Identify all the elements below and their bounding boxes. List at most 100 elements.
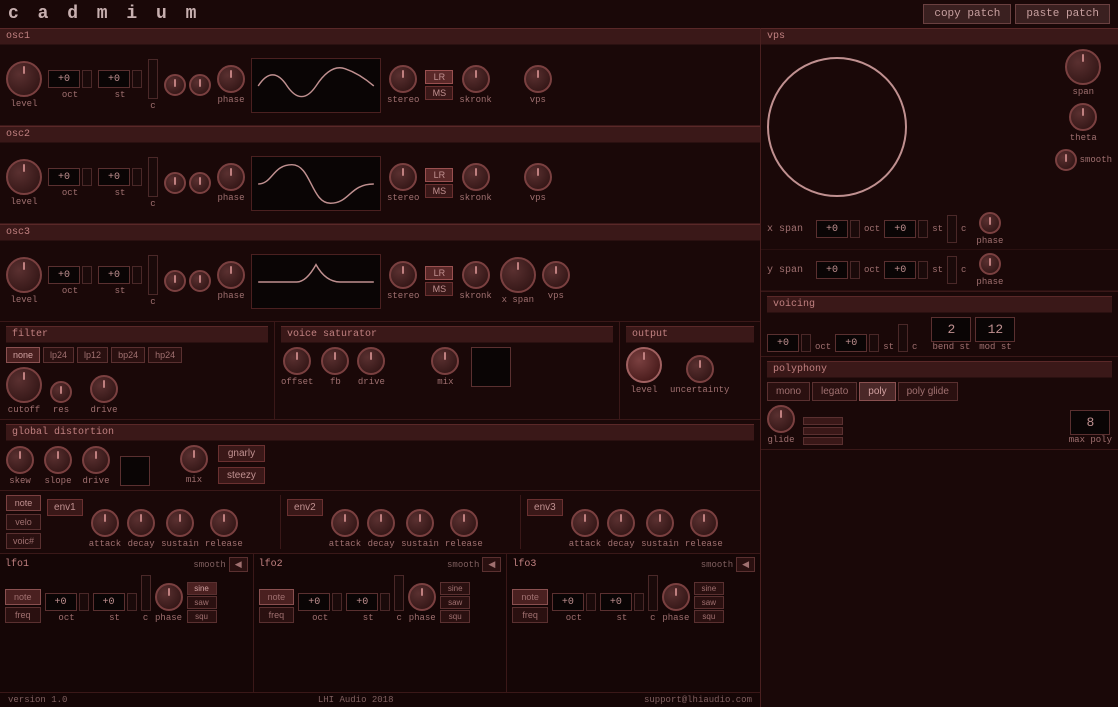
osc3-ms-btn[interactable]: MS (425, 282, 453, 296)
osc2-level-knob[interactable] (6, 159, 42, 195)
osc1-oct-value[interactable]: +0 (48, 70, 80, 88)
env3-btn[interactable]: env3 (527, 499, 563, 516)
osc1-c-stepper[interactable] (148, 59, 158, 99)
env3-release-knob[interactable] (690, 509, 718, 537)
lfo3-saw-btn[interactable]: saw (694, 596, 724, 609)
voicing-oct-stepper[interactable] (801, 334, 811, 352)
global-dist-slope-knob[interactable] (44, 446, 72, 474)
osc1-skronk-knob[interactable] (462, 65, 490, 93)
osc3-lr-btn[interactable]: LR (425, 266, 453, 280)
global-dist-skew-knob[interactable] (6, 446, 34, 474)
env1-btn[interactable]: env1 (47, 499, 83, 516)
output-uncertainty-knob[interactable] (686, 355, 714, 383)
filter-res-knob[interactable] (50, 381, 72, 403)
yspan-st-stepper[interactable] (918, 261, 928, 279)
glide-knob[interactable] (767, 405, 795, 433)
osc3-stereo-knob[interactable] (389, 261, 417, 289)
lfo3-oct-value[interactable]: +0 (552, 593, 584, 611)
filter-hp24-btn[interactable]: hp24 (148, 347, 182, 363)
lfo3-sine-btn[interactable]: sine (694, 582, 724, 595)
env1-release-knob[interactable] (210, 509, 238, 537)
lfo1-oct-value[interactable]: +0 (45, 593, 77, 611)
poly-glide-btn[interactable]: poly glide (898, 382, 958, 401)
lfo2-freq-btn[interactable]: freq (259, 607, 295, 623)
lfo3-note-btn[interactable]: note (512, 589, 548, 605)
env3-decay-knob[interactable] (607, 509, 635, 537)
osc1-knob2[interactable] (189, 74, 211, 96)
osc3-phase-knob[interactable] (217, 261, 245, 289)
osc3-xspan-knob[interactable] (500, 257, 536, 293)
lfo3-squ-btn[interactable]: squ (694, 610, 724, 623)
osc2-vps-knob[interactable] (524, 163, 552, 191)
osc2-c-stepper[interactable] (148, 157, 158, 197)
filter-drive-knob[interactable] (90, 375, 118, 403)
env2-attack-knob[interactable] (331, 509, 359, 537)
osc3-oct-stepper[interactable] (82, 266, 92, 284)
velo-btn[interactable]: velo (6, 514, 41, 530)
osc2-ms-btn[interactable]: MS (425, 184, 453, 198)
lfo1-st-value[interactable]: +0 (93, 593, 125, 611)
osc3-level-knob[interactable] (6, 257, 42, 293)
lfo2-oct-stepper[interactable] (332, 593, 342, 611)
filter-none-btn[interactable]: none (6, 347, 40, 363)
osc1-stereo-knob[interactable] (389, 65, 417, 93)
voice-sat-drive-knob[interactable] (357, 347, 385, 375)
lfo1-saw-btn[interactable]: saw (187, 596, 217, 609)
xspan-phase-knob[interactable] (979, 212, 1001, 234)
lfo1-freq-btn[interactable]: freq (5, 607, 41, 623)
lfo2-sine-btn[interactable]: sine (440, 582, 470, 595)
voicing-mod-value[interactable]: 12 (975, 317, 1015, 342)
lfo3-st-stepper[interactable] (634, 593, 644, 611)
osc2-st-stepper[interactable] (132, 168, 142, 186)
legato-btn[interactable]: legato (812, 382, 857, 401)
osc1-level-knob[interactable] (6, 61, 42, 97)
lfo3-smooth-btn[interactable]: ◀ (736, 557, 755, 572)
yspan-oct-value[interactable]: +0 (816, 261, 848, 279)
osc2-knob2[interactable] (189, 172, 211, 194)
yspan-c-stepper[interactable] (947, 256, 957, 284)
yspan-st-value[interactable]: +0 (884, 261, 916, 279)
voicing-c-stepper[interactable] (898, 324, 908, 352)
env2-release-knob[interactable] (450, 509, 478, 537)
global-dist-mix-knob[interactable] (180, 445, 208, 473)
osc3-skronk-knob[interactable] (462, 261, 490, 289)
lfo1-phase-knob[interactable] (155, 583, 183, 611)
yspan-oct-stepper[interactable] (850, 261, 860, 279)
osc3-knob1[interactable] (164, 270, 186, 292)
lfo3-freq-btn[interactable]: freq (512, 607, 548, 623)
lfo1-st-stepper[interactable] (127, 593, 137, 611)
global-dist-drive-knob[interactable] (82, 446, 110, 474)
lfo1-note-btn[interactable]: note (5, 589, 41, 605)
osc2-stereo-knob[interactable] (389, 163, 417, 191)
xspan-oct-stepper[interactable] (850, 220, 860, 238)
lfo3-oct-stepper[interactable] (586, 593, 596, 611)
voicing-st-stepper[interactable] (869, 334, 879, 352)
env3-attack-knob[interactable] (571, 509, 599, 537)
lfo2-st-value[interactable]: +0 (346, 593, 378, 611)
filter-lp12-btn[interactable]: lp12 (77, 347, 108, 363)
lfo2-st-stepper[interactable] (380, 593, 390, 611)
output-level-knob[interactable] (626, 347, 662, 383)
osc2-oct-value[interactable]: +0 (48, 168, 80, 186)
lfo1-smooth-btn[interactable]: ◀ (229, 557, 248, 572)
osc1-knob1[interactable] (164, 74, 186, 96)
vps-smooth-knob[interactable] (1055, 149, 1077, 171)
osc3-st-value[interactable]: +0 (98, 266, 130, 284)
poly-btn[interactable]: poly (859, 382, 895, 401)
gnarly-btn[interactable]: gnarly (218, 445, 265, 462)
env1-attack-knob[interactable] (91, 509, 119, 537)
copy-patch-button[interactable]: copy patch (923, 4, 1011, 24)
lfo1-c-stepper[interactable] (141, 575, 151, 611)
osc1-ms-btn[interactable]: MS (425, 86, 453, 100)
osc2-oct-stepper[interactable] (82, 168, 92, 186)
filter-cutoff-knob[interactable] (6, 367, 42, 403)
voicing-oct-value[interactable]: +0 (767, 334, 799, 352)
lfo2-note-btn[interactable]: note (259, 589, 295, 605)
voice-sat-offset-knob[interactable] (283, 347, 311, 375)
osc2-skronk-knob[interactable] (462, 163, 490, 191)
lfo2-saw-btn[interactable]: saw (440, 596, 470, 609)
filter-bp24-btn[interactable]: bp24 (111, 347, 145, 363)
voic-btn[interactable]: voic# (6, 533, 41, 549)
voice-sat-fb-knob[interactable] (321, 347, 349, 375)
voice-sat-mix-knob[interactable] (431, 347, 459, 375)
